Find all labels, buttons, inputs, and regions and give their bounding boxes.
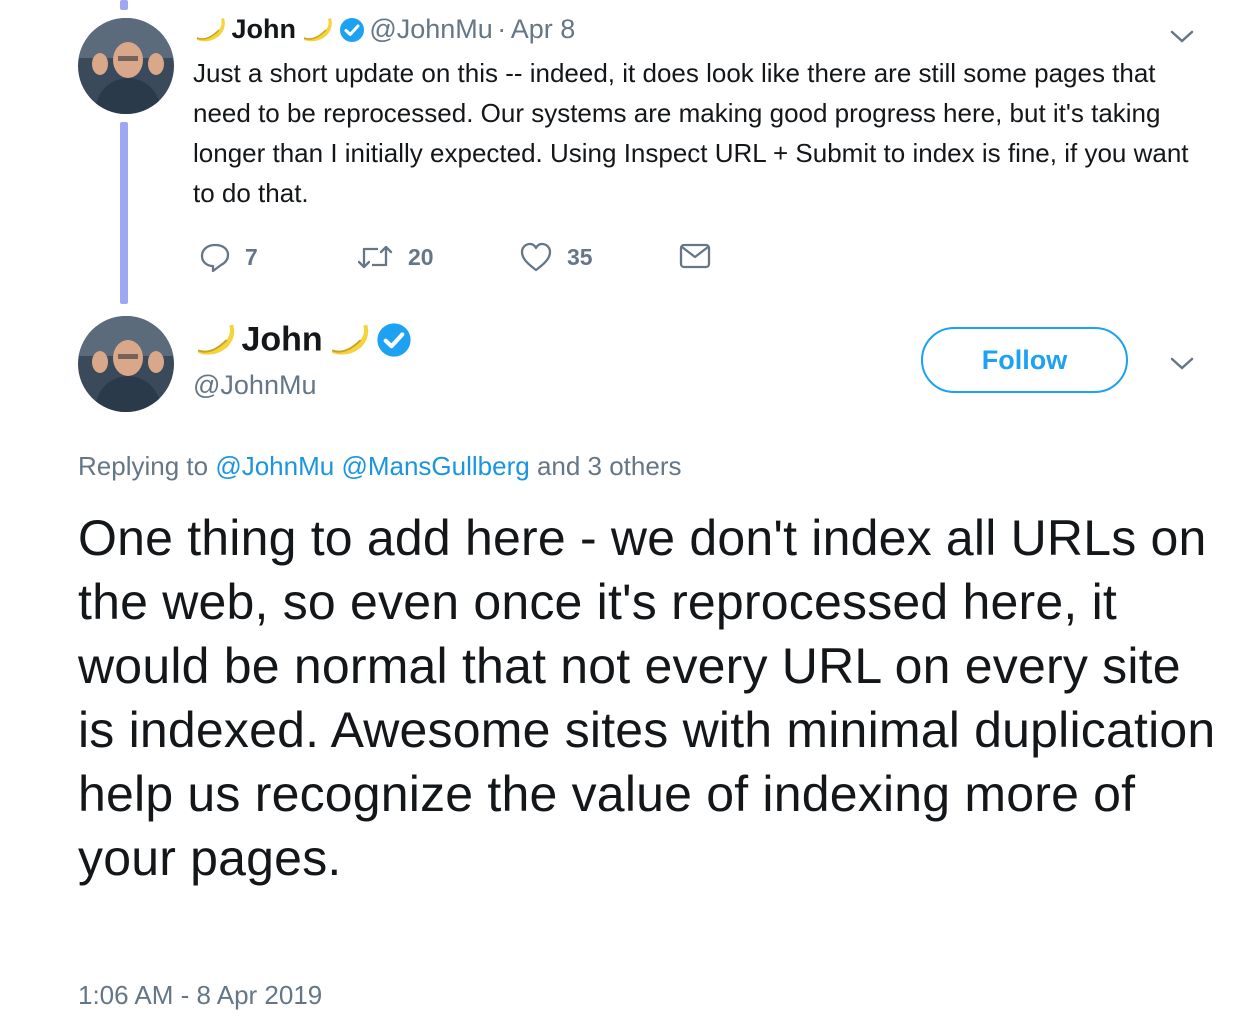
- follow-button[interactable]: Follow: [921, 327, 1128, 393]
- verified-badge-icon: [376, 323, 411, 357]
- thread-connector: [120, 122, 128, 304]
- reply-mention-link[interactable]: @MansGullberg: [341, 451, 529, 481]
- banana-emoji: [331, 324, 369, 355]
- avatar[interactable]: [78, 18, 174, 114]
- tweet-date[interactable]: Apr 8: [511, 14, 576, 44]
- banana-emoji: [304, 17, 333, 41]
- thread-connector-top: [120, 0, 128, 10]
- banana-emoji: [196, 17, 225, 41]
- verified-badge-icon: [339, 17, 364, 42]
- banana-emoji: [197, 324, 235, 355]
- handle[interactable]: @JohnMu: [193, 370, 316, 401]
- replying-to: Replying to @JohnMu @MansGullberg and 3 …: [78, 451, 682, 482]
- retweet-count: 20: [408, 243, 434, 270]
- reply-count: 7: [245, 243, 258, 270]
- dot-separator: ·: [497, 14, 507, 44]
- message-icon[interactable]: [679, 242, 711, 270]
- tweet-timestamp[interactable]: 1:06 AM - 8 Apr 2019: [78, 980, 322, 1011]
- display-name[interactable]: John: [231, 14, 296, 44]
- main-tweet-text: One thing to add here - we don't index a…: [78, 510, 1216, 886]
- like-count: 35: [567, 243, 593, 270]
- tweet-header: John @JohnMu · Apr 8: [193, 14, 575, 50]
- display-name[interactable]: John: [241, 321, 322, 359]
- retweet-icon: [357, 245, 393, 269]
- reply-icon: [200, 243, 230, 273]
- reply-mention-link[interactable]: @JohnMu: [215, 451, 334, 481]
- tweet-author: John: [193, 320, 412, 360]
- chevron-down-icon[interactable]: [1169, 28, 1195, 46]
- replying-prefix: Replying to: [78, 451, 209, 481]
- retweet-button[interactable]: 20: [356, 238, 434, 276]
- reply-button[interactable]: 7: [199, 238, 258, 276]
- like-icon: [520, 242, 552, 272]
- tweet-text: Just a short update on this -- indeed, i…: [193, 58, 1189, 208]
- like-button[interactable]: 35: [519, 238, 593, 276]
- chevron-down-icon[interactable]: [1169, 355, 1195, 373]
- avatar[interactable]: [78, 316, 174, 412]
- reply-others-link[interactable]: and 3 others: [537, 451, 682, 481]
- handle[interactable]: @JohnMu: [369, 14, 492, 44]
